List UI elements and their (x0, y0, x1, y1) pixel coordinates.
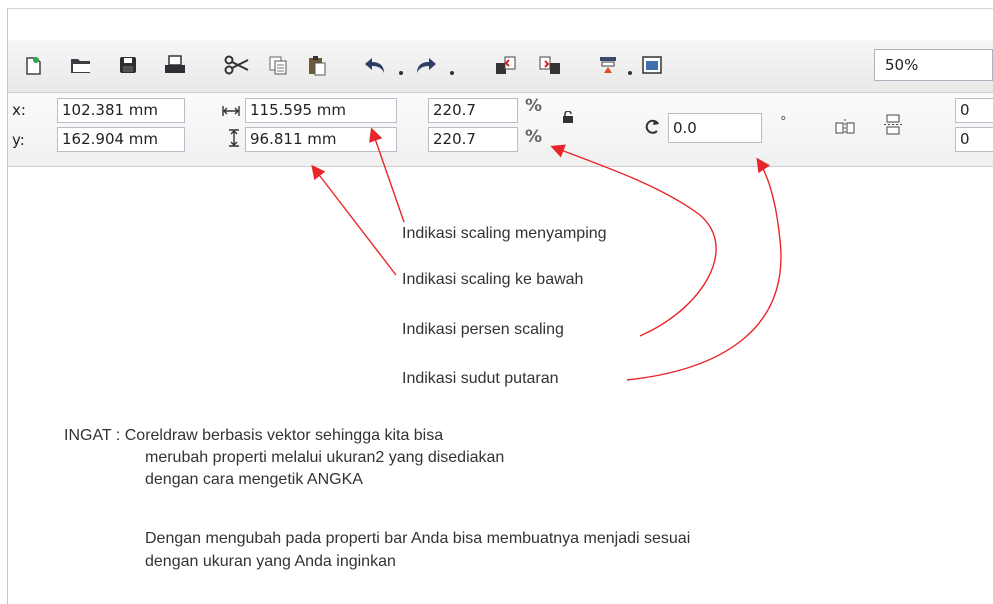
note-line-3: dengan cara mengetik ANGKA (145, 471, 363, 488)
note-line-5: dengan ukuran yang Anda inginkan (145, 553, 396, 570)
note-line-4: Dengan mengubah pada properti bar Anda b… (145, 530, 691, 547)
arrow-to-height-field (311, 164, 397, 276)
note-line-1: INGAT : Coreldraw berbasis vektor sehing… (64, 427, 444, 444)
annotation-arrows (311, 127, 782, 381)
arrow-to-rotation-field (626, 157, 782, 381)
arrow-to-percent (550, 144, 717, 337)
arrow-to-width-field (369, 127, 405, 223)
note-line-2: merubah properti melalui ukuran2 yang di… (145, 449, 505, 466)
